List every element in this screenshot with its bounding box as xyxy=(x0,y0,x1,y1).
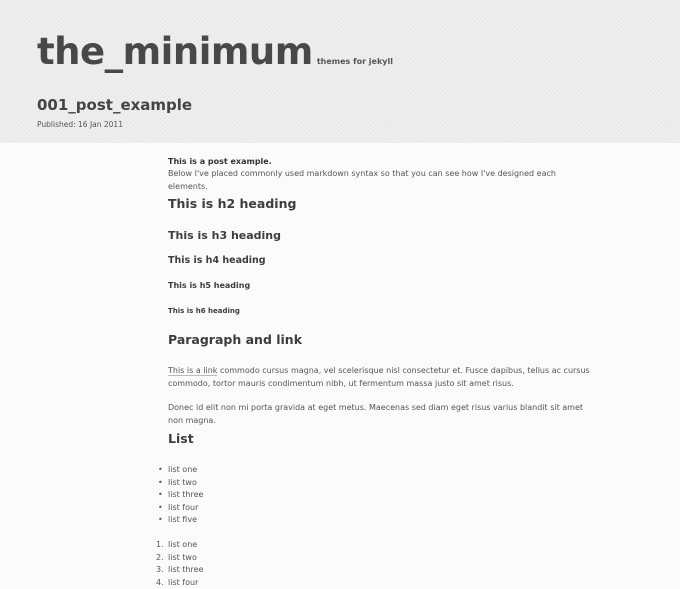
intro-text: Below I've placed commonly used markdown… xyxy=(168,168,598,193)
bullet-icon: • xyxy=(158,477,163,490)
h5-heading: This is h5 heading xyxy=(168,280,250,293)
site-tagline: themes for jekyll xyxy=(317,57,393,66)
bullet-icon: • xyxy=(158,489,163,502)
ordered-list: 1.list one 2.list two 3.list three 4.lis… xyxy=(168,539,598,589)
list-heading: List xyxy=(168,433,194,446)
paragraph-heading: Paragraph and link xyxy=(168,334,302,347)
list-item: 4.list four xyxy=(168,577,598,589)
h6-heading: This is h6 heading xyxy=(168,305,240,318)
list-item: 3.list three xyxy=(168,564,598,577)
bullet-icon: • xyxy=(158,514,163,527)
list-item: •list four xyxy=(168,502,598,515)
list-number: 3. xyxy=(156,564,164,577)
list-item: •list five xyxy=(168,514,598,527)
list-number: 4. xyxy=(156,577,164,589)
bullet-icon: • xyxy=(158,464,163,477)
inline-link[interactable]: This is a link xyxy=(168,366,217,376)
paragraph-2: Donec id elit non mi porta gravida at eg… xyxy=(168,402,598,427)
intro-bold: This is a post example. xyxy=(168,156,598,169)
list-item: •list three xyxy=(168,489,598,502)
list-item: •list one xyxy=(168,464,598,477)
h3-heading: This is h3 heading xyxy=(168,230,281,243)
site-branding: the_minimumthemes for jekyll xyxy=(37,30,393,73)
post-title: 001_post_example xyxy=(37,96,192,114)
list-item: •list two xyxy=(168,477,598,490)
list-item: 2.list two xyxy=(168,552,598,565)
bullet-icon: • xyxy=(158,502,163,515)
list-item: 1.list one xyxy=(168,539,598,552)
h2-heading: This is h2 heading xyxy=(168,198,296,211)
h4-heading: This is h4 heading xyxy=(168,255,266,268)
paragraph-1-text: commodo cursus magna, vel scelerisque ni… xyxy=(168,366,590,388)
list-number: 1. xyxy=(156,539,164,552)
published-date: Published: 16 Jan 2011 xyxy=(37,120,123,129)
site-title-link[interactable]: the_minimum xyxy=(37,30,313,73)
list-number: 2. xyxy=(156,552,164,565)
unordered-list: •list one •list two •list three •list fo… xyxy=(168,464,598,527)
site-header: the_minimumthemes for jekyll 001_post_ex… xyxy=(0,0,680,143)
paragraph-1: This is a link commodo cursus magna, vel… xyxy=(168,365,598,390)
